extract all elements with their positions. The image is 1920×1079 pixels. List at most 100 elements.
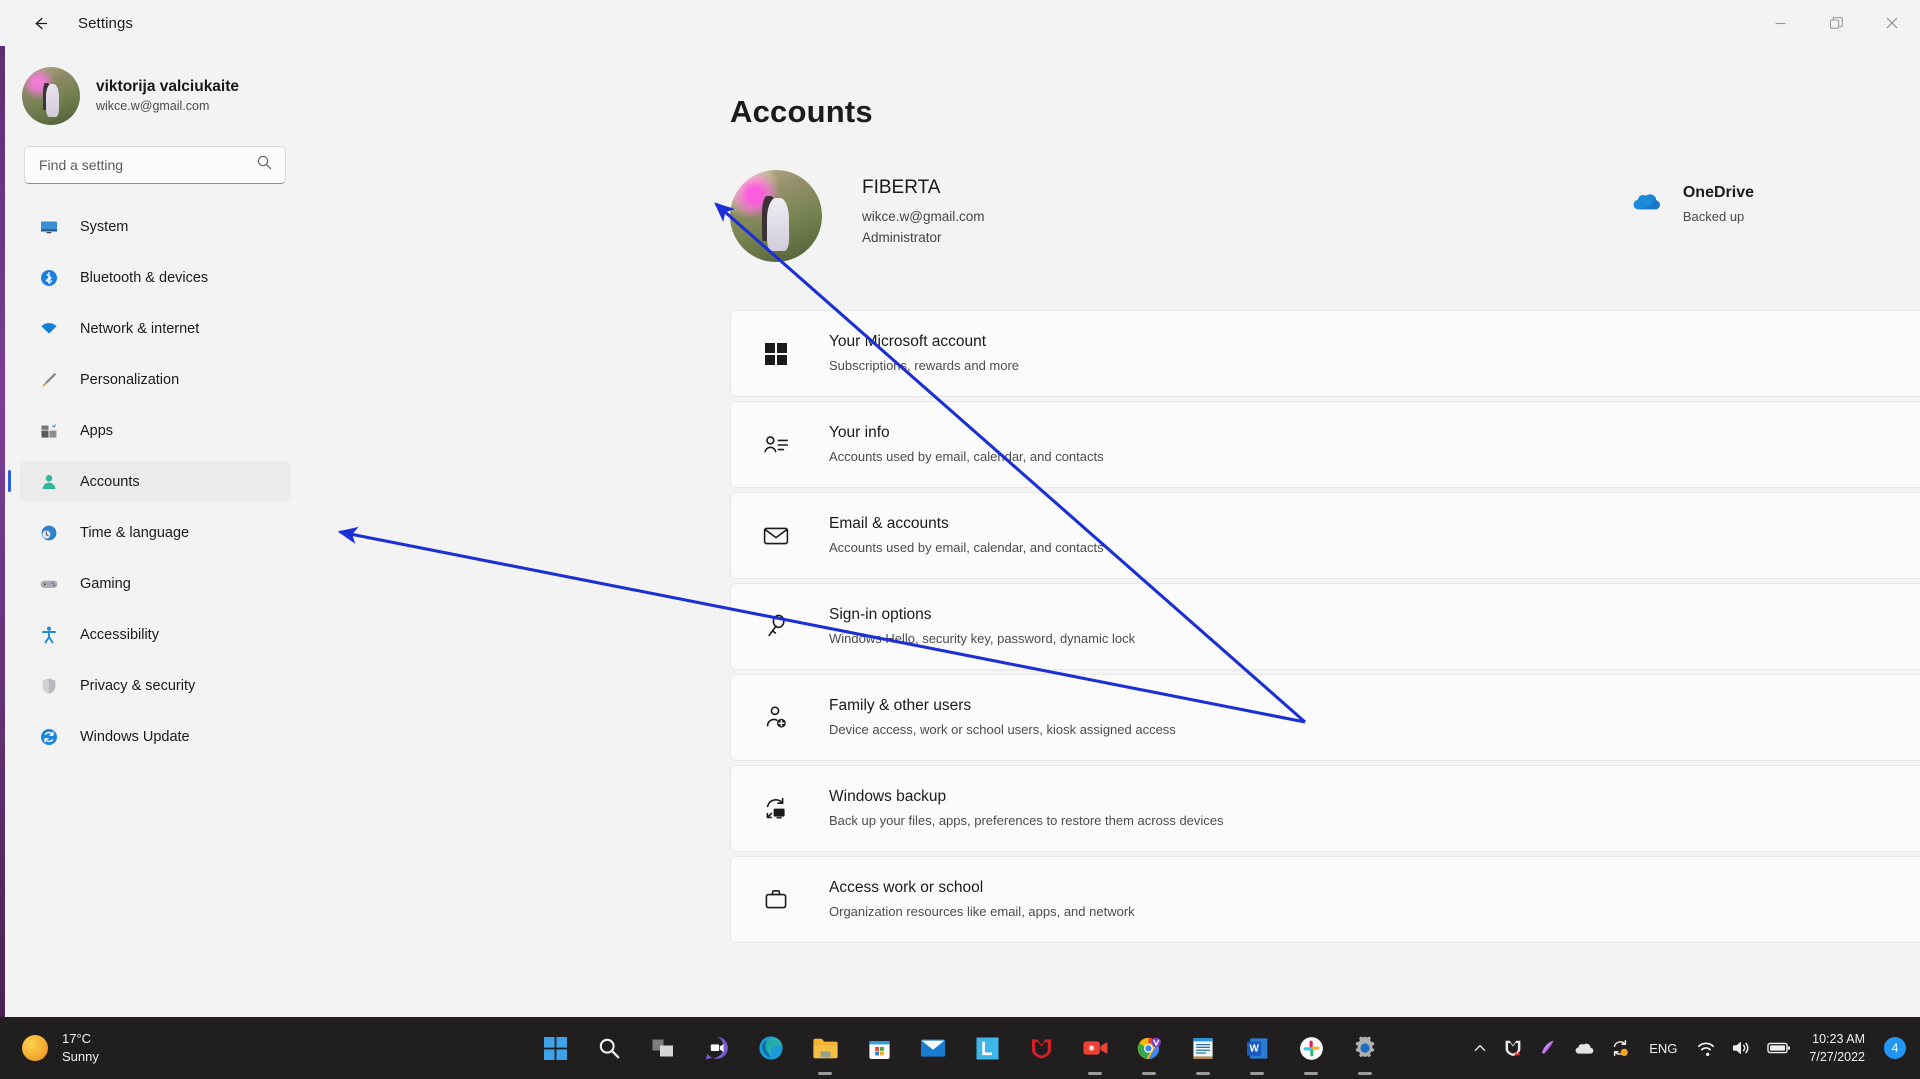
onedrive-sub: Backed up (1682, 208, 1745, 224)
sidebar-item-accounts[interactable]: Accounts (8, 461, 290, 502)
sidebar-item-label: Gaming (80, 575, 131, 592)
sidebar-item-windows-update[interactable]: Windows Update (20, 716, 290, 757)
sidebar-item-network-internet[interactable]: Network & internet (20, 308, 290, 349)
account-role: Administrator (862, 230, 942, 246)
word-app[interactable]: W (1235, 1026, 1279, 1070)
clock-button[interactable]: 10:23 AM 7/27/2022 (1799, 1031, 1877, 1066)
onedrive-text: OneDrive Backed up (1683, 182, 1754, 225)
word-icon: W (1246, 1037, 1267, 1059)
settings-app[interactable] (1343, 1026, 1387, 1070)
sync-tray-icon[interactable] (1603, 1026, 1637, 1070)
sidebar-item-label: System (80, 218, 129, 235)
window-body: viktorija valciukaite wikce.w@gmail.com (0, 46, 1920, 1017)
tray-overflow-button[interactable] (1465, 1026, 1495, 1070)
battery-button[interactable] (1760, 1026, 1798, 1070)
card-subtitle: Device access, work or school users, kio… (829, 722, 1176, 738)
sidebar-item-label: Accounts (80, 473, 140, 490)
weather-temperature: 17°C (62, 1030, 92, 1046)
lightshot-icon (976, 1037, 998, 1059)
search-button[interactable] (587, 1026, 631, 1070)
envelope-icon (759, 519, 793, 553)
sidebar-item-accessibility[interactable]: Accessibility (20, 614, 290, 655)
sidebar-user-profile[interactable]: viktorija valciukaite wikce.w@gmail.com (0, 54, 322, 132)
onedrive-title: OneDrive (1682, 184, 1754, 201)
taskbar-app-buttons: W (533, 1026, 1387, 1070)
sidebar-item-personalization[interactable]: Personalization (20, 359, 290, 400)
page-title: Accounts (730, 94, 873, 129)
card-subtitle: Back up your files, apps, preferences to… (829, 813, 1224, 829)
notepad-icon (1193, 1037, 1213, 1059)
microsoft-store[interactable] (857, 1026, 901, 1070)
card-access-work-or-school[interactable]: Access work or school Organization resou… (730, 856, 1920, 943)
notepad-app[interactable] (1181, 1026, 1225, 1070)
network-button[interactable] (1689, 1026, 1723, 1070)
slack-app[interactable] (1289, 1026, 1333, 1070)
card-your-info[interactable]: Your info Accounts used by email, calend… (730, 401, 1920, 488)
sidebar-item-label: Apps (80, 422, 114, 439)
sidebar-item-apps[interactable]: Apps (20, 410, 290, 451)
sidebar-profile-name: viktorija valciukaite (96, 78, 240, 95)
apps-grid-icon (38, 420, 60, 442)
file-explorer[interactable] (803, 1026, 847, 1070)
gamepad-icon (38, 573, 60, 595)
card-your-microsoft-account[interactable]: Your Microsoft account Subscriptions, re… (730, 310, 1920, 397)
sidebar-item-gaming[interactable]: Gaming (20, 563, 290, 604)
mcafee-shield-icon (1031, 1038, 1051, 1059)
card-email-accounts[interactable]: Email & accounts Accounts used by email,… (730, 492, 1920, 579)
account-summary: FIBERTA wikce.w@gmail.com Administrator … (730, 170, 1920, 262)
card-subtitle: Organization resources like email, apps,… (829, 904, 1135, 920)
lightshot-app[interactable] (965, 1026, 1009, 1070)
screen-recorder[interactable] (1073, 1026, 1117, 1070)
card-sign-in-options[interactable]: Sign-in options Windows Hello, security … (730, 583, 1920, 670)
sidebar-item-privacy-security[interactable]: Privacy & security (20, 665, 290, 706)
language-indicator[interactable]: ENG (1638, 1026, 1688, 1070)
onedrive-tray-icon[interactable] (1566, 1026, 1602, 1070)
sync-warning-icon (1613, 1040, 1629, 1056)
chrome-app[interactable] (1127, 1026, 1171, 1070)
onedrive-status[interactable]: OneDrive Backed up (1629, 170, 1850, 225)
avatar (22, 67, 80, 125)
card-subtitle: Accounts used by email, calendar, and co… (829, 449, 1104, 465)
search-input[interactable] (39, 157, 256, 173)
account-email: wikce.w@gmail.com (862, 208, 985, 224)
back-button[interactable] (20, 6, 60, 40)
minimize-button[interactable] (1752, 0, 1808, 46)
sidebar-item-system[interactable]: System (20, 206, 290, 247)
mcafee-tray-icon[interactable] (1496, 1026, 1530, 1070)
card-windows-backup[interactable]: Windows backup Back up your files, apps,… (730, 765, 1920, 852)
briefcase-icon (759, 883, 793, 917)
taskbar-weather-widget[interactable]: 17°C Sunny (22, 1031, 99, 1066)
mcafee-app[interactable] (1019, 1026, 1063, 1070)
sidebar-nav: System Bluetooth & devices Network & int… (0, 206, 322, 757)
card-family-other-users[interactable]: Family & other users Device access, work… (730, 674, 1920, 761)
edge-button[interactable] (749, 1026, 793, 1070)
person-add-icon (759, 701, 793, 735)
sidebar-profile-email: wikce.w@gmail.com (96, 99, 210, 114)
shield-icon (38, 675, 60, 697)
update-refresh-icon (38, 726, 60, 748)
weather-text: 17°C Sunny (62, 1031, 99, 1066)
sidebar-item-bluetooth-devices[interactable]: Bluetooth & devices (20, 257, 290, 298)
grammarly-tray-icon[interactable] (1531, 1026, 1565, 1070)
sidebar-profile-text: viktorija valciukaite wikce.w@gmail.com (96, 77, 239, 115)
search-icon (256, 154, 273, 176)
chat-button[interactable] (695, 1026, 739, 1070)
start-button[interactable] (533, 1026, 577, 1070)
notification-badge[interactable]: 4 (1884, 1037, 1906, 1059)
volume-button[interactable] (1724, 1026, 1759, 1070)
maximize-button[interactable] (1808, 0, 1864, 46)
close-button[interactable] (1864, 0, 1920, 46)
sidebar-item-label: Personalization (80, 371, 180, 388)
system-tray: ENG 10:23 AM 7/27/2022 4 (1465, 1026, 1906, 1070)
desktop-left-edge (0, 0, 5, 1017)
battery-icon (1767, 1042, 1791, 1054)
search-box[interactable] (24, 146, 286, 184)
avatar (730, 170, 822, 262)
mail-app[interactable] (911, 1026, 955, 1070)
sidebar-item-time-language[interactable]: Time & language (20, 512, 290, 553)
sidebar-item-label: Privacy & security (80, 677, 196, 694)
task-view-button[interactable] (641, 1026, 685, 1070)
settings-card-list: Your Microsoft account Subscriptions, re… (730, 310, 1920, 943)
feather-icon (1542, 1040, 1554, 1054)
card-title: Email & accounts (829, 515, 949, 533)
